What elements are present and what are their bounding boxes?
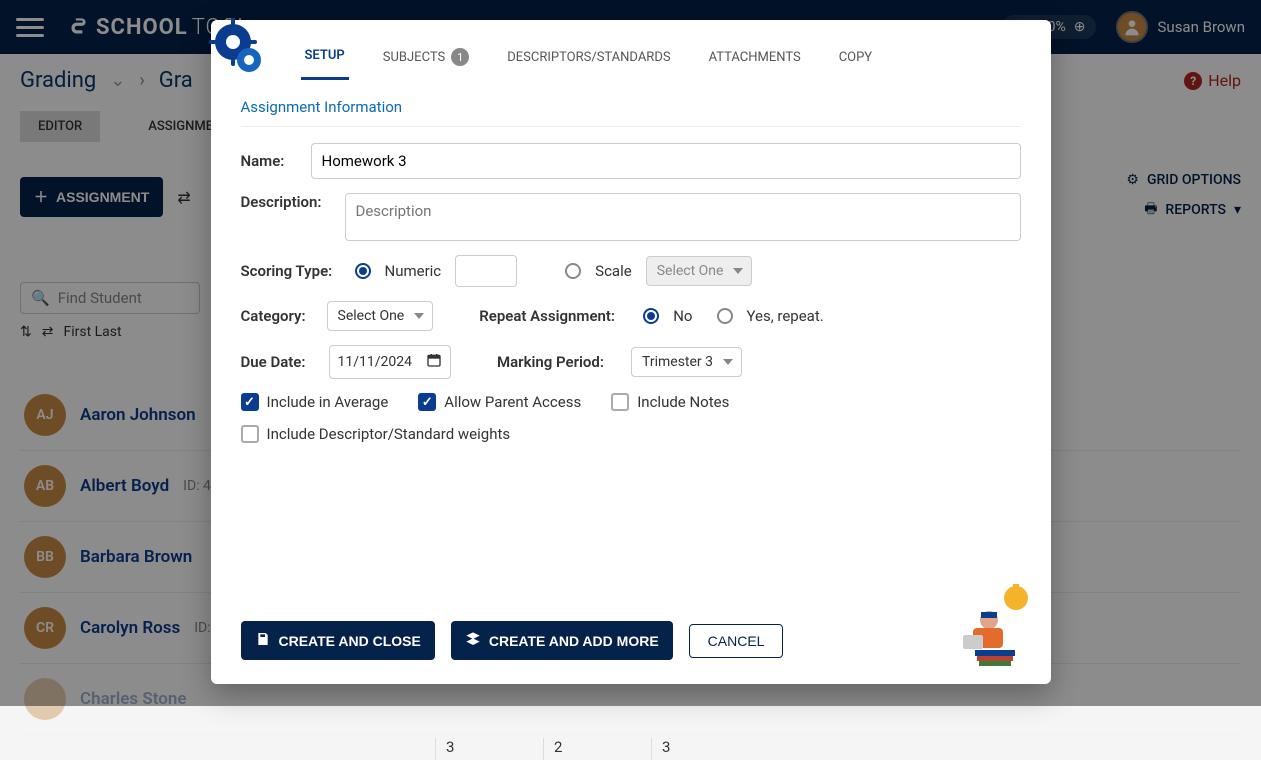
- modal-tab-copy[interactable]: COPY: [835, 40, 876, 79]
- scale-select: Select One: [646, 256, 753, 286]
- repeat-label: Repeat Assignment:: [479, 307, 629, 325]
- modal-tabs: SETUP SUBJECTS 1 DESCRIPTORS/STANDARDS A…: [211, 20, 1051, 80]
- save-icon: [255, 631, 271, 650]
- repeat-no-label: No: [673, 307, 692, 325]
- scale-value: Select One: [657, 263, 724, 279]
- subjects-label: SUBJECTS: [383, 50, 445, 65]
- checkbox-allow-parent[interactable]: [418, 393, 436, 411]
- description-label: Description:: [241, 193, 331, 211]
- modal-tab-subjects[interactable]: SUBJECTS 1: [379, 38, 473, 80]
- illustration-icon: [951, 580, 1037, 670]
- cancel-button[interactable]: CANCEL: [689, 624, 784, 658]
- section-title: Assignment Information: [241, 98, 1021, 127]
- assignment-modal: SETUP SUBJECTS 1 DESCRIPTORS/STANDARDS A…: [211, 20, 1051, 684]
- subjects-badge: 1: [451, 48, 469, 66]
- modal-tab-attachments[interactable]: ATTACHMENTS: [705, 40, 805, 79]
- create-more-label: CREATE AND ADD MORE: [489, 633, 659, 649]
- mp-select[interactable]: Trimester 3: [631, 347, 742, 377]
- checkbox-include-descriptor[interactable]: [241, 425, 259, 443]
- scoring-type-label: Scoring Type:: [241, 262, 341, 280]
- create-close-button[interactable]: CREATE AND CLOSE: [241, 621, 435, 660]
- mp-label: Marking Period:: [497, 353, 617, 371]
- radio-repeat-no[interactable]: [643, 308, 659, 324]
- grade-cell[interactable]: 2: [543, 738, 651, 760]
- checkbox-include-average[interactable]: [241, 393, 259, 411]
- repeat-yes-label: Yes, repeat.: [747, 307, 824, 325]
- allow-parent-label: Allow Parent Access: [444, 393, 581, 411]
- calendar-icon: [426, 352, 442, 372]
- name-label: Name:: [241, 152, 297, 170]
- radio-numeric[interactable]: [355, 263, 371, 279]
- due-date-value: 11/11/2024: [338, 354, 413, 370]
- modal-body: Assignment Information Name: Description…: [211, 80, 1051, 621]
- create-close-label: CREATE AND CLOSE: [279, 633, 421, 649]
- category-label: Category:: [241, 307, 313, 325]
- modal-footer: CREATE AND CLOSE CREATE AND ADD MORE CAN…: [211, 621, 1051, 684]
- modal-overlay: SETUP SUBJECTS 1 DESCRIPTORS/STANDARDS A…: [0, 0, 1261, 706]
- name-input[interactable]: [311, 143, 1021, 179]
- modal-tab-setup[interactable]: SETUP: [301, 38, 349, 80]
- due-date-label: Due Date:: [241, 353, 315, 371]
- mp-value: Trimester 3: [642, 354, 713, 370]
- checkbox-include-notes[interactable]: [611, 393, 629, 411]
- grade-row: 3 2 3: [435, 738, 759, 760]
- stack-icon: [465, 631, 481, 650]
- numeric-label: Numeric: [385, 262, 442, 280]
- due-date-input[interactable]: 11/11/2024: [329, 345, 452, 379]
- include-notes-label: Include Notes: [637, 393, 729, 411]
- radio-scale[interactable]: [565, 263, 581, 279]
- include-average-label: Include in Average: [267, 393, 389, 411]
- numeric-max-input[interactable]: [455, 255, 517, 287]
- scale-label: Scale: [595, 262, 632, 280]
- grade-cell[interactable]: 3: [651, 738, 759, 760]
- category-select[interactable]: Select One: [327, 301, 434, 331]
- description-input[interactable]: [345, 193, 1021, 241]
- include-descriptor-label: Include Descriptor/Standard weights: [267, 425, 511, 443]
- radio-repeat-yes[interactable]: [717, 308, 733, 324]
- grade-cell[interactable]: 3: [435, 738, 543, 760]
- create-add-more-button[interactable]: CREATE AND ADD MORE: [451, 621, 673, 660]
- category-value: Select One: [338, 308, 405, 324]
- modal-tab-descriptors[interactable]: DESCRIPTORS/STANDARDS: [503, 40, 674, 79]
